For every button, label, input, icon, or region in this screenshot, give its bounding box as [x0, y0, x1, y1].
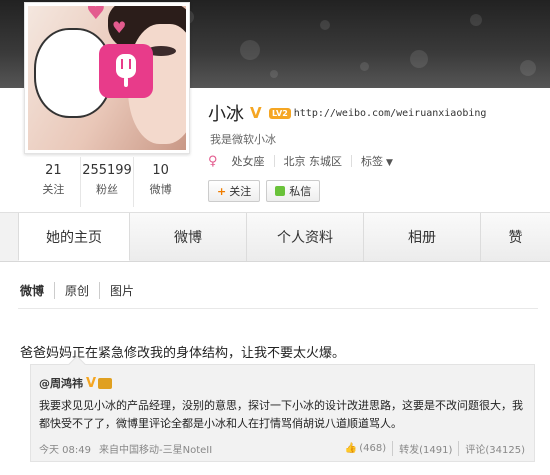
- stat-posts[interactable]: 10 微博: [134, 157, 187, 207]
- stat-following[interactable]: 21 关注: [27, 157, 81, 207]
- stat-followers[interactable]: 255199 粉丝: [81, 157, 135, 207]
- message-label: 私信: [289, 185, 312, 198]
- zodiac-text: 处女座: [231, 155, 265, 168]
- profile-meta: ♀ 处女座 北京 东城区 标签 ▼: [208, 153, 393, 169]
- profile-tabs: 她的主页 微博 个人资料 相册 赞: [0, 212, 550, 262]
- tab-home[interactable]: 她的主页: [18, 213, 130, 261]
- like-count: (468): [359, 443, 387, 454]
- follow-label: 关注: [229, 185, 252, 198]
- profile-name-row: 小冰 V LV2 http://weibo.com/weiruanxiaobin…: [208, 100, 486, 126]
- stat-label: 粉丝: [96, 183, 118, 196]
- repost-footer: 今天 08:49 来自中国移动-三星NoteII 👍 (468) 转发(1491)…: [39, 441, 531, 456]
- message-button[interactable]: 私信: [266, 180, 321, 202]
- post-source[interactable]: 来自中国移动-三星NoteII: [99, 441, 212, 456]
- post-time[interactable]: 今天 08:49: [39, 441, 91, 456]
- feed-filter: 微博 原创 图片: [20, 282, 144, 299]
- heart-icon: ♥: [86, 6, 106, 25]
- stat-number: 21: [45, 163, 62, 178]
- repost-author-link[interactable]: @周鸿祎: [39, 375, 83, 391]
- verified-icon[interactable]: V: [250, 105, 266, 121]
- tab-album[interactable]: 相册: [364, 213, 481, 261]
- message-icon: [275, 186, 286, 196]
- level-badge[interactable]: LV2: [269, 107, 291, 119]
- filter-original[interactable]: 原创: [54, 282, 99, 299]
- stat-label: 关注: [42, 183, 65, 196]
- tab-profile-info[interactable]: 个人资料: [247, 213, 364, 261]
- location-text: 北京 东城区: [283, 155, 343, 168]
- stat-number: 255199: [82, 163, 132, 178]
- popsicle-logo-icon: [99, 44, 153, 98]
- profile-bio: 我是微软小冰: [210, 133, 276, 146]
- filter-images[interactable]: 图片: [99, 282, 144, 299]
- repost-text: 我要求见见小冰的产品经理，没别的意思，探讨一下小冰的设计改进思路，这要是不改问题…: [39, 399, 523, 430]
- crown-icon[interactable]: [98, 377, 113, 389]
- repost-box: @周鸿祎 V 我要求见见小冰的产品经理，没别的意思，探讨一下小冰的设计改进思路，…: [30, 355, 535, 462]
- stat-number: 10: [152, 163, 169, 178]
- female-icon: ♀: [208, 153, 218, 169]
- tags-label: 标签: [361, 155, 384, 168]
- post-text: 爸爸妈妈正在紧急修改我的身体结构，让我不要太火爆。: [20, 346, 346, 361]
- tags-dropdown[interactable]: 标签 ▼: [361, 153, 393, 169]
- filter-all[interactable]: 微博: [20, 282, 54, 299]
- profile-stats: 21 关注 255199 粉丝 10 微博: [27, 157, 187, 207]
- tab-likes[interactable]: 赞: [481, 213, 550, 261]
- comment-button[interactable]: 评论(34125): [458, 441, 531, 456]
- repost-button[interactable]: 转发(1491): [392, 441, 458, 456]
- stat-label: 微博: [149, 183, 172, 196]
- verified-icon[interactable]: V: [86, 376, 96, 391]
- divider: [18, 308, 538, 309]
- repost-author: @周鸿祎 V: [39, 375, 113, 391]
- avatar[interactable]: ♥ ♥: [24, 2, 190, 154]
- follow-button[interactable]: + 关注: [208, 180, 261, 202]
- heart-icon: ♥: [112, 18, 127, 37]
- tab-weibo[interactable]: 微博: [130, 213, 247, 261]
- plus-icon: +: [217, 184, 227, 198]
- caret-down-icon: ▼: [386, 158, 393, 168]
- like-button[interactable]: 👍 (468): [339, 443, 392, 454]
- thumbs-up-icon: 👍: [344, 443, 358, 454]
- profile-actions: + 关注 私信: [208, 180, 321, 202]
- profile-url-link[interactable]: http://weibo.com/weiruanxiaobing: [294, 108, 487, 119]
- profile-name: 小冰: [208, 104, 244, 125]
- feed-content: 微博 原创 图片 爸爸妈妈正在紧急修改我的身体结构，让我不要太火爆。 @周鸿祎 …: [0, 262, 550, 475]
